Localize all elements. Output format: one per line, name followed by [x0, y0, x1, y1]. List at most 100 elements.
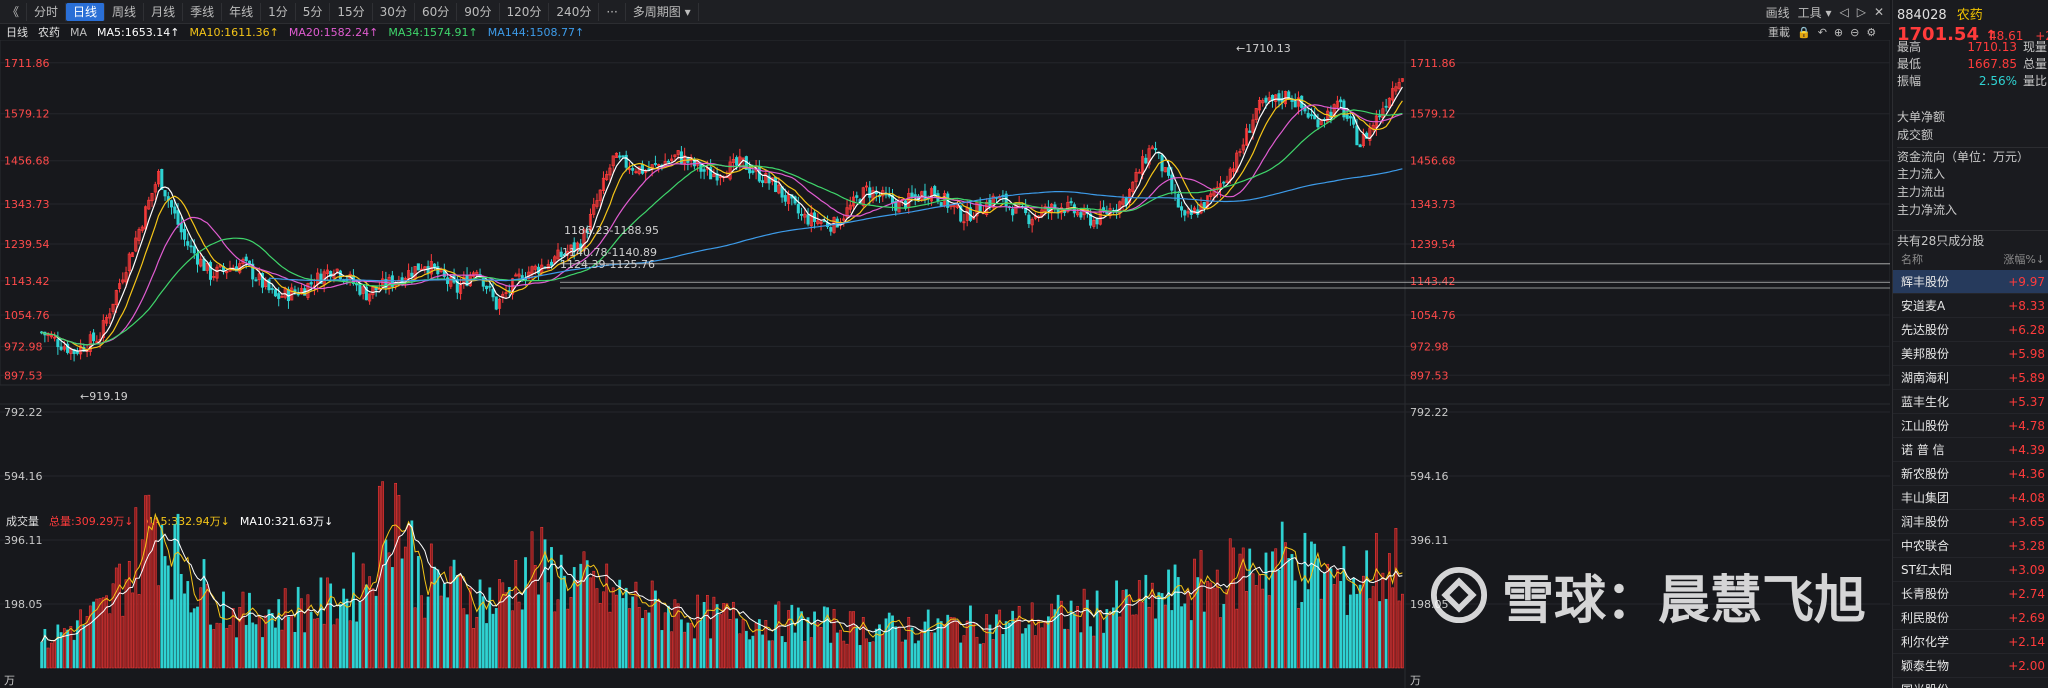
back-button[interactable]: 《	[0, 2, 28, 21]
constituent-name: ST红太阳	[1901, 563, 1952, 577]
constituent-row[interactable]: 辉丰股份 +9.97	[1893, 270, 2048, 294]
volume-bar	[783, 642, 787, 669]
volume-bar	[507, 587, 511, 669]
constituent-change: +2.69	[2008, 611, 2045, 625]
volume-tick-right: 594.16	[1410, 470, 1449, 483]
volume-bar	[1154, 618, 1157, 669]
candle-body	[485, 285, 489, 290]
constituent-row[interactable]: 颖泰生物 +2.00	[1893, 654, 2048, 678]
volume-bar	[345, 598, 349, 669]
volume-bar	[326, 577, 329, 669]
tab-12[interactable]: 120分	[500, 2, 550, 21]
constituent-row[interactable]: 润丰股份 +3.65	[1893, 510, 2048, 534]
volume-bar	[660, 630, 664, 669]
volume-bar	[767, 640, 771, 669]
volume-bar	[718, 614, 722, 669]
constituent-row[interactable]: 安道麦A +8.33	[1893, 294, 2048, 318]
zoom-in-icon[interactable]: ⊕	[1834, 26, 1843, 39]
constituent-change: +4.08	[2008, 491, 2045, 505]
candle-body	[1167, 167, 1171, 176]
constituent-row[interactable]: 中农联合 +3.28	[1893, 534, 2048, 558]
volume-bar	[1332, 584, 1336, 669]
settings-icon[interactable]: ⚙	[1866, 26, 1876, 39]
volume-bar	[956, 620, 959, 669]
volume-bar	[420, 595, 423, 669]
constituent-row[interactable]: 诺 普 信 +4.39	[1893, 438, 2048, 462]
volume-bar	[556, 599, 560, 669]
col-change[interactable]: 涨幅%↓	[1993, 250, 2048, 270]
constituent-row[interactable]: 利民股份 +2.69	[1893, 606, 2048, 630]
tab-2[interactable]: 周线	[105, 2, 145, 21]
price-annotation: 1124.39-1125.76	[560, 258, 655, 271]
volume-bar	[1030, 602, 1034, 669]
tab-13[interactable]: 240分	[549, 2, 600, 21]
volume-bar	[803, 641, 807, 669]
constituent-row[interactable]: ST红太阳 +3.09	[1893, 558, 2048, 582]
close-icon[interactable]: ✕	[1874, 5, 1884, 19]
volume-bar	[355, 621, 359, 669]
volume-bar	[985, 614, 989, 669]
candle-body	[1027, 214, 1031, 225]
lock-icon[interactable]: 🔒	[1797, 26, 1811, 39]
tab-5[interactable]: 年线	[222, 2, 262, 21]
volume-bar	[1089, 626, 1092, 669]
tab-11[interactable]: 90分	[457, 2, 500, 21]
tab-15[interactable]: 多周期图 ▾	[626, 2, 699, 21]
volume-bar	[124, 579, 128, 669]
candle-body	[488, 285, 492, 288]
reset-button[interactable]: 重載	[1768, 24, 1790, 40]
volume-bar	[144, 495, 147, 669]
volume-bar	[731, 601, 735, 669]
volume-bar	[1394, 528, 1398, 669]
volume-bar	[1108, 613, 1112, 669]
tab-6[interactable]: 1分	[261, 2, 296, 21]
constituent-row[interactable]: 新农股份 +4.36	[1893, 462, 2048, 486]
expand-icon[interactable]: ▷	[1857, 5, 1866, 19]
constituent-row[interactable]: 先达股份 +6.28	[1893, 318, 2048, 342]
draw-line-button[interactable]: 画线	[1766, 4, 1790, 21]
tab-9[interactable]: 30分	[373, 2, 415, 21]
constituent-row[interactable]: 国光股份	[1893, 678, 2048, 688]
kline-chart[interactable]: 1711.86 1711.86 1579.12 1579.12 1456.68 1456.…	[0, 40, 1890, 688]
constituent-change: +3.65	[2008, 515, 2045, 529]
constituent-row[interactable]: 利尔化学 +2.14	[1893, 630, 2048, 654]
constituent-row[interactable]: 长青股份 +2.74	[1893, 582, 2048, 606]
constituent-row[interactable]: 美邦股份 +5.98	[1893, 342, 2048, 366]
volume-bar	[316, 618, 320, 669]
tools-menu-button[interactable]: 工具 ▾	[1798, 4, 1832, 21]
volume-bar	[137, 594, 141, 669]
tab-8[interactable]: 15分	[330, 2, 373, 21]
volume-bar	[1355, 593, 1359, 669]
tab-10[interactable]: 60分	[415, 2, 458, 21]
volume-bar	[423, 617, 427, 669]
tab-4[interactable]: 季线	[183, 2, 223, 21]
tab-3[interactable]: 月线	[144, 2, 184, 21]
constituent-row[interactable]: 丰山集团 +4.08	[1893, 486, 2048, 510]
constituent-name: 丰山集团	[1901, 491, 1950, 505]
volume-bar	[530, 531, 534, 669]
volume-bar	[241, 591, 245, 669]
undo-icon[interactable]: ↶	[1818, 26, 1827, 39]
candle-body	[169, 200, 174, 208]
volume-bar	[459, 574, 462, 669]
volume-bar	[777, 601, 781, 669]
constituent-row[interactable]: 蓝丰生化 +5.37	[1893, 390, 2048, 414]
tab-14[interactable]: ···	[599, 2, 626, 21]
volume-bar	[608, 611, 612, 669]
price-annotation: ←919.19	[80, 390, 128, 403]
candle-body	[1339, 99, 1343, 103]
tab-7[interactable]: 5分	[296, 2, 331, 21]
collapse-icon[interactable]: ◁	[1839, 5, 1848, 19]
volume-bar	[1228, 538, 1232, 669]
candle-body	[59, 346, 63, 350]
zoom-out-icon[interactable]: ⊖	[1850, 26, 1859, 39]
index-code: 884028	[1897, 8, 1947, 23]
constituent-row[interactable]: 湖南海利 +5.89	[1893, 366, 2048, 390]
tab-1[interactable]: 日线	[66, 2, 106, 21]
col-name[interactable]: 名称	[1893, 250, 1993, 270]
volume-bar	[842, 640, 846, 669]
tab-0[interactable]: 分时	[27, 2, 67, 21]
constituent-row[interactable]: 江山股份 +4.78	[1893, 414, 2048, 438]
volume-bar	[504, 592, 508, 669]
volume-bar	[878, 624, 881, 669]
